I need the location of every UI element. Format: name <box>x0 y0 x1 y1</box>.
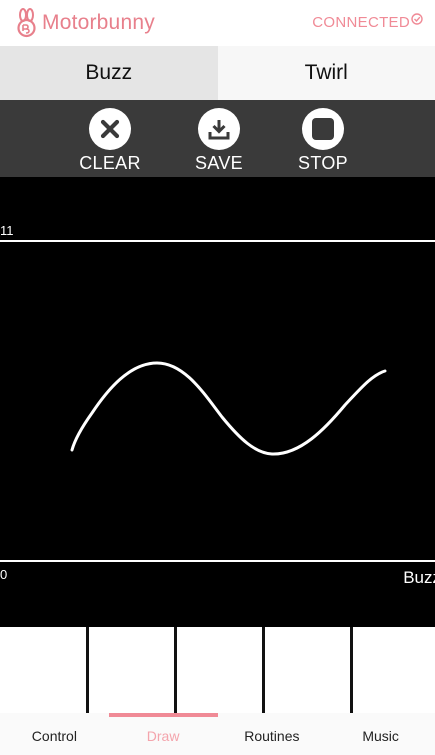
stop-icon <box>312 118 334 140</box>
app-header: Motorbunny CONNECTED <box>0 0 435 46</box>
active-tab-indicator <box>108 713 218 717</box>
stop-button[interactable]: STOP <box>283 108 363 174</box>
stop-circle <box>302 108 344 150</box>
bottom-navigation: Control Draw Routines Music <box>0 713 435 755</box>
connection-status: CONNECTED <box>312 14 410 31</box>
key-divider <box>262 627 265 718</box>
nav-control[interactable]: Control <box>0 713 109 755</box>
nav-music-label: Music <box>362 728 399 744</box>
app-logo: Motorbunny <box>14 8 155 38</box>
key-divider <box>86 627 89 718</box>
download-icon <box>208 120 230 140</box>
key-strip[interactable] <box>0 627 435 718</box>
canvas-mode-label: Buzz <box>403 568 435 587</box>
bunny-logo-icon <box>17 8 36 38</box>
nav-music[interactable]: Music <box>326 713 435 755</box>
tab-twirl[interactable]: Twirl <box>217 46 435 100</box>
nav-routines-label: Routines <box>244 728 300 744</box>
close-icon <box>100 119 120 139</box>
nav-draw[interactable]: Draw <box>108 713 218 755</box>
stop-label: STOP <box>298 153 348 173</box>
save-circle <box>198 108 240 150</box>
draw-toolbar: CLEAR SAVE STOP <box>0 100 435 177</box>
app-title: Motorbunny <box>42 11 155 34</box>
min-guide-line <box>0 560 435 562</box>
tab-buzz[interactable]: Buzz <box>0 46 218 100</box>
clear-label: CLEAR <box>79 153 141 173</box>
save-label: SAVE <box>195 153 243 173</box>
nav-routines[interactable]: Routines <box>218 713 327 755</box>
min-level-label: 0 <box>0 567 8 582</box>
clear-button[interactable]: CLEAR <box>70 108 150 174</box>
save-button[interactable]: SAVE <box>179 108 259 174</box>
drawing-canvas[interactable]: 11 0 Buzz <box>0 177 435 627</box>
clear-circle <box>89 108 131 150</box>
check-icon <box>411 13 423 25</box>
key-divider <box>350 627 353 718</box>
nav-control-label: Control <box>31 728 77 744</box>
key-divider <box>174 627 177 718</box>
mode-tabs: Buzz Twirl <box>0 46 435 100</box>
nav-draw-label: Draw <box>146 728 180 744</box>
